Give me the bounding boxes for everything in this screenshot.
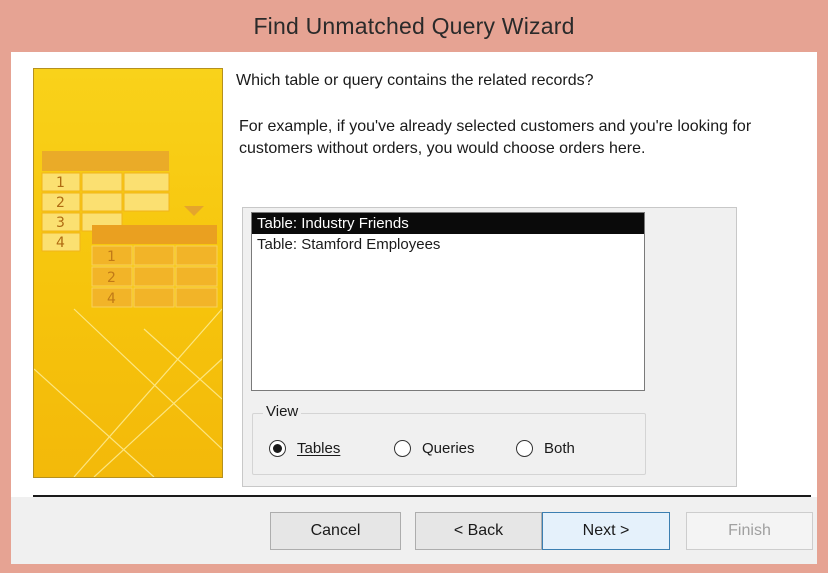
radio-selected-dot <box>273 444 282 453</box>
list-item-stamford-employees[interactable]: Table: Stamford Employees <box>252 234 644 255</box>
radio-tables-label: Tables <box>297 440 341 457</box>
radio-tables[interactable]: Tables <box>269 440 340 457</box>
back-button[interactable]: < Back <box>415 512 542 550</box>
radio-tables-circle[interactable] <box>269 440 286 457</box>
svg-text:3: 3 <box>56 215 65 231</box>
window-title: Find Unmatched Query Wizard <box>253 12 575 39</box>
svg-text:2: 2 <box>107 270 116 286</box>
tables-queries-listbox[interactable]: Table: Industry Friends Table: Stamford … <box>251 212 645 391</box>
button-bar: Cancel < Back Next > Finish <box>11 497 817 564</box>
wizard-window: Find Unmatched Query Wizard 1 2 3 4 1 2 … <box>0 0 828 573</box>
radio-queries-circle[interactable] <box>394 440 411 457</box>
svg-text:2: 2 <box>56 195 65 211</box>
view-option-group: View Tables Queries Both <box>252 403 646 475</box>
radio-both-circle[interactable] <box>516 440 533 457</box>
svg-text:1: 1 <box>107 249 116 265</box>
svg-text:1: 1 <box>56 175 65 191</box>
title-bar[interactable]: Find Unmatched Query Wizard <box>0 0 828 52</box>
next-button[interactable]: Next > <box>542 512 670 550</box>
wizard-question: Which table or query contains the relate… <box>236 72 594 89</box>
example-line-1: For example, if you've already selected … <box>239 118 752 135</box>
list-item-industry-friends[interactable]: Table: Industry Friends <box>252 213 644 234</box>
front-table-numbers: 1 2 4 <box>107 249 116 307</box>
cancel-button[interactable]: Cancel <box>270 512 401 550</box>
view-group-label: View <box>263 403 302 420</box>
tables-illustration-icon: 1 2 3 4 1 2 4 <box>34 69 222 477</box>
radio-queries-label: Queries <box>422 440 475 457</box>
wizard-illustration: 1 2 3 4 1 2 4 <box>33 68 223 478</box>
wizard-example-text: For example, if you've already selected … <box>239 116 799 160</box>
radio-both-label: Both <box>544 440 575 457</box>
svg-text:4: 4 <box>107 291 116 307</box>
svg-text:4: 4 <box>56 235 65 251</box>
wizard-body: 1 2 3 4 1 2 4 Which table or query conta… <box>11 52 817 564</box>
radio-queries[interactable]: Queries <box>394 440 475 457</box>
example-line-2: customers without orders, you would choo… <box>239 140 646 157</box>
finish-button[interactable]: Finish <box>686 512 813 550</box>
radio-both[interactable]: Both <box>516 440 575 457</box>
